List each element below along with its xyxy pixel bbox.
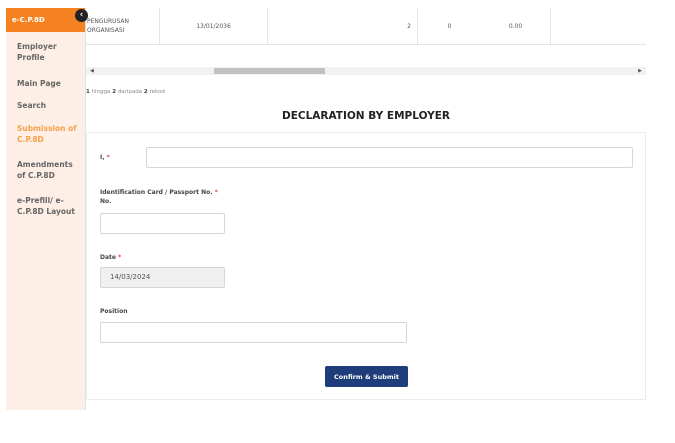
sidebar-item-amendments[interactable]: Amendments of C.P.8D — [6, 159, 85, 181]
declaration-form — [86, 132, 646, 400]
row-amount: 0.00 — [508, 22, 523, 30]
date-input[interactable]: 14/03/2024 — [100, 267, 225, 288]
organisation-name: PENGURUSAN ORGANISASI — [87, 18, 130, 34]
table-cell-amount: 0.00 — [481, 8, 551, 44]
id-label: Identification Card / Passport No. * No. — [100, 188, 218, 206]
date-label: Date * — [100, 253, 121, 262]
scroll-right-icon[interactable]: ▶ — [638, 67, 642, 75]
position-label: Position — [100, 307, 127, 316]
sidebar: e-C.P.8D Employer Profile Main Page Sear… — [6, 8, 85, 410]
required-marker: * — [214, 189, 218, 196]
table-cell-date: 13/01/2036 — [160, 8, 268, 44]
name-label-text: I, — [100, 154, 105, 161]
sidebar-title: e-C.P.8D — [12, 16, 45, 24]
table-cell-name: PENGURUSAN ORGANISASI — [86, 8, 160, 44]
sidebar-header[interactable]: e-C.P.8D — [6, 8, 85, 32]
records-info: 1 hingga 2 daripada 2 rekod — [86, 89, 165, 95]
confirm-submit-button[interactable]: Confirm & Submit — [325, 366, 408, 387]
row-zero: 0 — [447, 22, 452, 30]
records-to-text: hingga — [89, 89, 113, 95]
sidebar-item-submission[interactable]: Submission of C.P.8D — [6, 123, 85, 145]
table-cell-count: 2 — [268, 8, 418, 44]
sidebar-item-prefill-layout[interactable]: e-Prefill/ e-C.P.8D Layout — [6, 195, 85, 217]
id-label-line2: No. — [100, 198, 112, 205]
records-suffix: rekod — [147, 89, 165, 95]
horizontal-scrollbar[interactable]: ◀ ▶ — [86, 67, 646, 75]
name-input[interactable] — [146, 147, 633, 168]
scroll-left-icon[interactable]: ◀ — [90, 67, 94, 75]
records-of-text: daripada — [116, 89, 144, 95]
required-marker: * — [118, 254, 122, 261]
id-label-text: Identification Card / Passport No. — [100, 189, 213, 196]
position-label-text: Position — [100, 308, 128, 315]
page-title: DECLARATION BY EMPLOYER — [282, 110, 450, 122]
scrollbar-thumb[interactable] — [214, 68, 325, 74]
sidebar-item-search[interactable]: Search — [6, 100, 85, 111]
row-count: 2 — [407, 22, 411, 30]
date-label-text: Date — [100, 254, 116, 261]
table-cell-zero: 0 — [418, 8, 481, 44]
id-input[interactable] — [100, 213, 225, 234]
position-input[interactable] — [100, 322, 407, 343]
table-row: PENGURUSAN ORGANISASI 13/01/2036 2 0 0.0… — [86, 8, 646, 45]
row-date: 13/01/2036 — [196, 22, 231, 30]
name-label: I, * — [100, 153, 110, 162]
required-marker: * — [106, 154, 110, 161]
sidebar-item-employer-profile[interactable]: Employer Profile — [6, 41, 85, 63]
sidebar-item-main-page[interactable]: Main Page — [6, 78, 85, 89]
